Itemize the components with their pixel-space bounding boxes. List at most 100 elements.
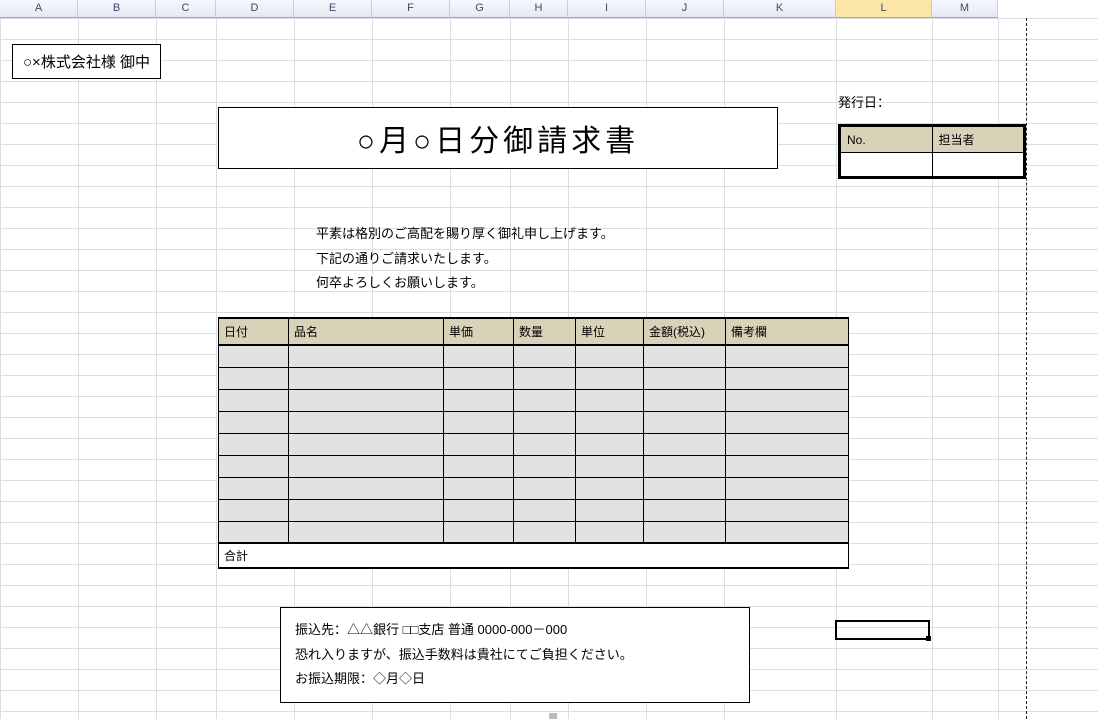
table-cell[interactable]	[219, 345, 289, 367]
table-cell[interactable]	[726, 345, 849, 367]
table-cell[interactable]	[576, 389, 644, 411]
table-cell[interactable]	[444, 345, 514, 367]
table-cell[interactable]	[289, 433, 444, 455]
table-cell[interactable]	[289, 455, 444, 477]
table-cell[interactable]	[644, 455, 726, 477]
column-header-J[interactable]: J	[646, 0, 724, 18]
rep-header: 担当者	[932, 127, 1024, 153]
table-cell[interactable]	[644, 411, 726, 433]
table-cell[interactable]	[726, 477, 849, 499]
table-row	[219, 367, 849, 389]
table-cell[interactable]	[644, 389, 726, 411]
table-cell[interactable]	[644, 477, 726, 499]
active-cell-outline	[835, 620, 930, 640]
table-cell[interactable]	[289, 389, 444, 411]
table-cell[interactable]	[576, 411, 644, 433]
table-cell[interactable]	[289, 521, 444, 543]
table-cell[interactable]	[219, 389, 289, 411]
table-cell[interactable]	[726, 455, 849, 477]
table-cell[interactable]	[444, 411, 514, 433]
column-header-C[interactable]: C	[156, 0, 216, 18]
table-cell[interactable]	[726, 433, 849, 455]
table-cell[interactable]	[576, 367, 644, 389]
table-row	[219, 521, 849, 543]
table-cell[interactable]	[444, 499, 514, 521]
table-cell[interactable]	[514, 389, 576, 411]
table-cell[interactable]	[576, 455, 644, 477]
table-cell[interactable]	[514, 433, 576, 455]
no-header: No.	[841, 127, 933, 153]
table-cell[interactable]	[219, 433, 289, 455]
table-cell[interactable]	[444, 433, 514, 455]
table-cell[interactable]	[644, 345, 726, 367]
table-cell[interactable]	[444, 477, 514, 499]
column-header-G[interactable]: G	[450, 0, 510, 18]
column-header-H[interactable]: H	[510, 0, 568, 18]
column-header-D[interactable]: D	[216, 0, 294, 18]
page-break-line	[1026, 18, 1027, 719]
col-unit: 単位	[576, 318, 644, 345]
table-cell[interactable]	[726, 411, 849, 433]
table-row	[219, 433, 849, 455]
column-header-B[interactable]: B	[78, 0, 156, 18]
table-cell[interactable]	[219, 521, 289, 543]
column-header-row: ABCDEFGHIJKLM	[0, 0, 998, 18]
no-cell[interactable]	[841, 153, 933, 177]
table-cell[interactable]	[514, 499, 576, 521]
col-date: 日付	[219, 318, 289, 345]
table-cell[interactable]	[289, 477, 444, 499]
table-cell[interactable]	[576, 433, 644, 455]
table-cell[interactable]	[219, 455, 289, 477]
fill-handle[interactable]	[926, 636, 931, 641]
table-cell[interactable]	[726, 389, 849, 411]
column-header-A[interactable]: A	[0, 0, 78, 18]
table-cell[interactable]	[576, 499, 644, 521]
table-cell[interactable]	[726, 367, 849, 389]
table-cell[interactable]	[726, 521, 849, 543]
table-cell[interactable]	[219, 367, 289, 389]
table-cell[interactable]	[514, 477, 576, 499]
column-header-I[interactable]: I	[568, 0, 646, 18]
table-cell[interactable]	[444, 389, 514, 411]
table-cell[interactable]	[514, 521, 576, 543]
table-cell[interactable]	[444, 367, 514, 389]
table-row	[219, 499, 849, 521]
bank-line-2: 恐れ入りますが、振込手数料は貴社にてご負担ください。	[295, 643, 735, 668]
table-cell[interactable]	[219, 477, 289, 499]
table-cell[interactable]	[289, 411, 444, 433]
table-cell[interactable]	[644, 433, 726, 455]
spreadsheet-canvas[interactable]: ABCDEFGHIJKLM ○×株式会社様 御中 ○月○日分御請求書 発行日： …	[0, 0, 1098, 719]
table-cell[interactable]	[514, 411, 576, 433]
table-row	[219, 455, 849, 477]
column-header-L[interactable]: L	[836, 0, 932, 18]
rep-cell[interactable]	[932, 153, 1024, 177]
table-cell[interactable]	[726, 499, 849, 521]
table-cell[interactable]	[514, 455, 576, 477]
table-cell[interactable]	[514, 367, 576, 389]
column-header-E[interactable]: E	[294, 0, 372, 18]
table-cell[interactable]	[219, 411, 289, 433]
table-cell[interactable]	[444, 455, 514, 477]
table-row	[219, 477, 849, 499]
column-header-F[interactable]: F	[372, 0, 450, 18]
table-cell[interactable]	[444, 521, 514, 543]
column-header-M[interactable]: M	[932, 0, 998, 18]
table-cell[interactable]	[644, 499, 726, 521]
table-cell[interactable]	[576, 477, 644, 499]
table-cell[interactable]	[289, 345, 444, 367]
info-header-table: No. 担当者	[838, 124, 1026, 179]
table-cell[interactable]	[289, 499, 444, 521]
table-cell[interactable]	[289, 367, 444, 389]
greeting-line-3: 何卒よろしくお願いします。	[316, 271, 614, 296]
table-cell[interactable]	[514, 345, 576, 367]
table-cell[interactable]	[576, 521, 644, 543]
invoice-title: ○月○日分御請求書	[218, 107, 778, 169]
table-cell[interactable]	[644, 367, 726, 389]
table-cell[interactable]	[644, 521, 726, 543]
table-row	[219, 389, 849, 411]
sheet-tab-split[interactable]	[549, 713, 557, 719]
greeting-line-2: 下記の通りご請求いたします。	[316, 247, 614, 272]
table-cell[interactable]	[219, 499, 289, 521]
table-cell[interactable]	[576, 345, 644, 367]
column-header-K[interactable]: K	[724, 0, 836, 18]
